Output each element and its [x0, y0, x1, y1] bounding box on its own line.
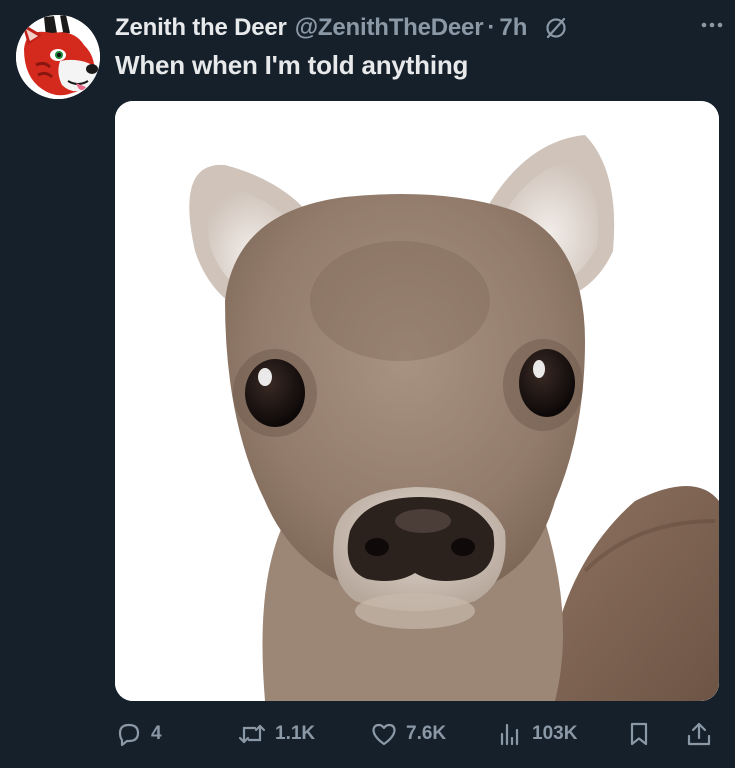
reply-restricted-icon [543, 15, 569, 41]
retweet-button[interactable]: 1.1K [237, 712, 315, 756]
share-button[interactable] [685, 712, 713, 756]
bookmark-icon [630, 722, 648, 746]
retweet-count: 1.1K [275, 723, 316, 744]
timestamp[interactable]: 7h [499, 14, 527, 42]
tweet-text: When when I'm told anything [115, 50, 469, 80]
like-count: 7.6K [406, 723, 447, 744]
fawn-photo [115, 101, 719, 701]
views-icon [500, 723, 519, 746]
fox-avatar-icon [16, 15, 100, 99]
separator-dot: · [487, 14, 496, 41]
views-button[interactable]: 103K [496, 712, 577, 756]
author-name[interactable]: Zenith the Deer [115, 14, 287, 42]
like-icon [372, 723, 396, 746]
reply-icon [118, 723, 140, 747]
action-bar: 4 1.1K 7.6K 103K [115, 712, 720, 756]
retweet-icon [238, 724, 266, 744]
views-count: 103K [532, 723, 578, 744]
reply-count: 4 [151, 723, 162, 744]
like-button[interactable]: 7.6K [370, 712, 446, 756]
avatar[interactable] [16, 15, 100, 99]
author-handle[interactable]: @ZenithTheDeer [295, 14, 484, 42]
more-icon[interactable] [699, 12, 725, 43]
share-icon [687, 722, 711, 746]
reply-button[interactable]: 4 [115, 712, 162, 756]
bookmark-button[interactable] [625, 712, 653, 756]
tweet-header: Zenith the Deer @ZenithTheDeer · 7h [115, 10, 725, 46]
tweet-media[interactable] [115, 101, 719, 701]
